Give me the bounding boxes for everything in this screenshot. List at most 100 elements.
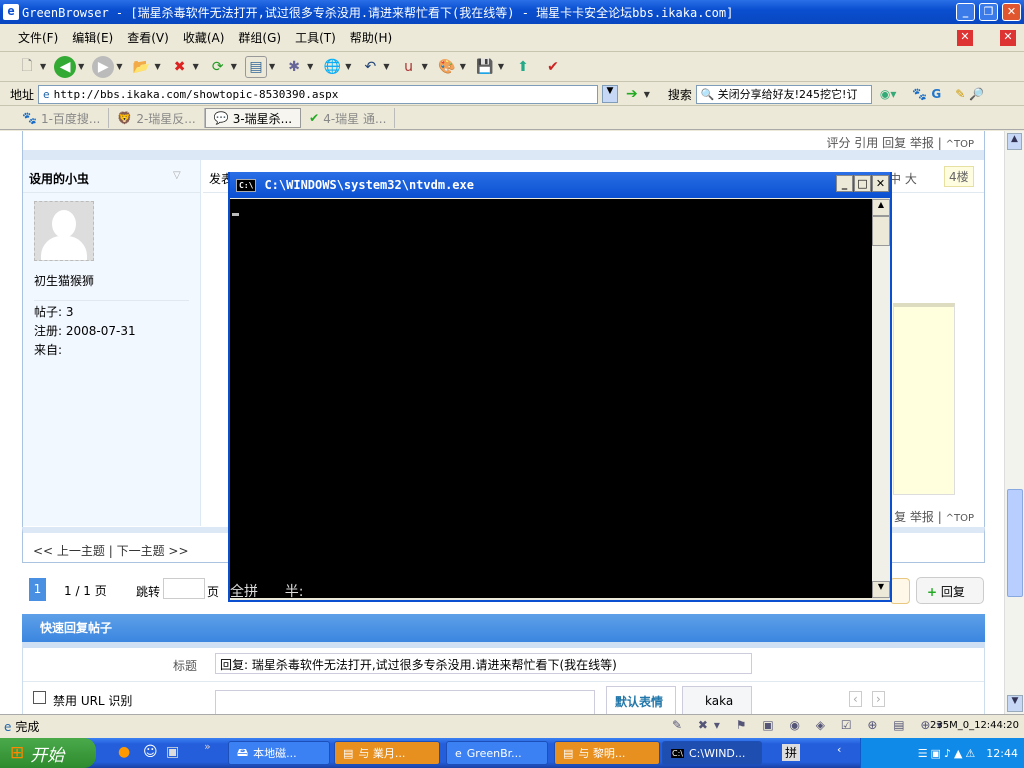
emoticon-tab-default[interactable]: 默认表情 — [606, 686, 676, 714]
tab-4[interactable]: ✔ 4-瑞星 通... — [301, 108, 396, 128]
top-link[interactable]: ^TOP — [946, 139, 974, 150]
console-scrollbar[interactable]: ▲ ▼ — [872, 199, 890, 598]
save-icon[interactable]: 💾 — [474, 56, 496, 78]
upload-icon[interactable]: ⬆ — [512, 56, 534, 78]
find-icon[interactable]: 🔎 — [969, 87, 984, 101]
url-input[interactable]: e http://bbs.ikaka.com/showtopic-8530390… — [38, 84, 599, 104]
font-size-links[interactable]: 中 大 — [889, 170, 917, 187]
highlight-icon[interactable]: ✎ — [955, 87, 965, 101]
toolbar: 🗋 ▼ ◀ ▼ ▶ ▼ 📂 ▼ ✖ ▼ ⟳ ▼ ▤ ▼ ✱ ▼ 🌐 ▼ ↶ ▼ u ▼ 🎨 ▼ 💾 ▼ ⬆… — [0, 52, 1024, 82]
utility-icon[interactable]: u — [398, 56, 420, 78]
ime-indicator[interactable]: 拼 — [782, 744, 801, 761]
tray-expand-icon[interactable]: ‹ — [837, 743, 841, 756]
baidu-icon[interactable]: 🐾 — [912, 87, 927, 101]
minimize-button[interactable]: _ — [956, 3, 975, 21]
title-input[interactable]: 回复: 瑞星杀毒软件无法打开,试过很多专杀没用.请进来帮忙看下(我在线等) — [215, 653, 752, 674]
task-console[interactable]: C:\ C:\WIND... — [662, 741, 762, 765]
drive-icon: 🖴 — [237, 745, 249, 759]
task-chat-2[interactable]: ▤ 与 黎明... — [554, 741, 660, 765]
browser-icon: e — [455, 746, 462, 760]
menu-edit[interactable]: 编辑(E) — [72, 29, 113, 46]
search-input[interactable]: 🔍 关闭分享给好友!245挖它!订 — [695, 84, 872, 104]
tab-2[interactable]: 🦁 2-瑞星反... — [109, 108, 205, 128]
page-icon: e — [43, 87, 50, 101]
refresh-icon[interactable]: ⟳ — [207, 56, 229, 78]
search-text: 关闭分享给好友!245挖它!订 — [717, 88, 858, 101]
search-engine-icon[interactable]: ◉▾ — [880, 87, 897, 101]
go-icon[interactable]: ➔ — [626, 86, 638, 102]
menu-favorites[interactable]: 收藏(A) — [183, 29, 225, 46]
close-all-icon[interactable]: ✕ — [1000, 30, 1016, 46]
console-title: C:\WINDOWS\system32\ntvdm.exe — [264, 178, 474, 192]
console-scroll-down-icon[interactable]: ▼ — [872, 581, 890, 598]
quicklaunch-more-icon[interactable]: » — [204, 740, 211, 753]
chat-icon: 💬 — [213, 111, 229, 125]
view-icon[interactable]: ▤ — [244, 55, 267, 78]
scroll-down-icon[interactable]: ▼ — [1007, 695, 1023, 712]
task-local-disk[interactable]: 🖴 本地磁... — [228, 741, 330, 765]
google-icon[interactable]: G — [931, 87, 941, 101]
magnifier-icon: 🔍 — [700, 87, 715, 101]
menu-file[interactable]: 文件(F) — [18, 29, 58, 46]
console-maximize-button[interactable]: □ — [854, 175, 871, 192]
status-tool-icons[interactable]: ✎ ✖▾ ⚑ ▣ ◉ ◈ ☑ ⊕ ▤ ⊕▾ — [672, 718, 949, 732]
task-chat-1[interactable]: ▤ 与 業月... — [334, 741, 440, 765]
menu-groups[interactable]: 群组(G) — [238, 29, 281, 46]
globe-icon[interactable]: 🌐 — [321, 56, 343, 78]
address-label: 地址 — [10, 87, 35, 102]
prev-next-topic[interactable]: << 上一主题 | 下一主题 >> — [33, 542, 189, 559]
taskbar: ⊞ 开始 ● ☺ ▣ » 🖴 本地磁... ▤ 与 業月... e GreenBr...… — [0, 738, 1024, 768]
next-emoticons-icon[interactable]: › — [872, 691, 885, 707]
username[interactable]: 设用的小虫 — [29, 170, 89, 187]
console-icon: C:\ — [236, 178, 257, 192]
menu-tools[interactable]: 工具(T) — [295, 29, 336, 46]
quicklaunch-qq-icon[interactable]: ☺ — [143, 744, 158, 760]
up-folder-icon[interactable]: 📂 — [130, 56, 152, 78]
menu-view[interactable]: 查看(V) — [127, 29, 169, 46]
plugin-icon[interactable]: ✱ — [283, 56, 305, 78]
new-topic-button[interactable] — [890, 578, 910, 604]
page-scrollbar[interactable]: ▲ ▼ — [1004, 131, 1024, 714]
menu-help[interactable]: 帮助(H) — [350, 29, 392, 46]
prev-emoticons-icon[interactable]: ‹ — [849, 691, 862, 707]
close-button[interactable]: ✕ — [1002, 3, 1021, 21]
scroll-thumb[interactable] — [1007, 489, 1023, 597]
stop-icon[interactable]: ✖ — [169, 56, 191, 78]
message-textarea[interactable] — [215, 690, 595, 714]
tray-icons[interactable]: ☰▣♪▲⚠ — [918, 747, 979, 760]
console-scroll-thumb[interactable] — [872, 216, 890, 246]
top-link[interactable]: ^TOP — [946, 513, 974, 524]
disable-url-checkbox[interactable] — [33, 691, 46, 704]
task-greenbrowser[interactable]: e GreenBr... — [446, 741, 548, 765]
console-output[interactable] — [230, 199, 872, 598]
undo-icon[interactable]: ↶ — [359, 56, 381, 78]
page-jump-input[interactable] — [163, 578, 205, 599]
emoticon-tab-kaka[interactable]: kaka — [682, 686, 752, 714]
console-scroll-up-icon[interactable]: ▲ — [872, 199, 890, 216]
new-page-icon[interactable]: 🗋 — [16, 56, 38, 78]
quicklaunch-app-icon[interactable]: ▣ — [166, 744, 179, 760]
status-text: 完成 — [15, 720, 40, 734]
console-minimize-button[interactable]: _ — [836, 175, 853, 192]
reply-button[interactable]: + 回复 — [916, 577, 984, 604]
clock: 12:44 — [986, 746, 1018, 760]
tab-1[interactable]: 🐾 1-百度搜... — [14, 108, 110, 128]
user-menu-icon[interactable]: ▽ — [173, 170, 181, 181]
console-close-button[interactable]: ✕ — [872, 175, 889, 192]
page-1-button[interactable]: 1 — [29, 578, 46, 601]
skin-icon[interactable]: 🎨 — [436, 56, 458, 78]
scroll-up-icon[interactable]: ▲ — [1007, 133, 1022, 150]
address-bar: 地址 e http://bbs.ikaka.com/showtopic-8530… — [0, 83, 1024, 106]
url-dropdown[interactable]: ▼ — [602, 85, 619, 103]
start-button[interactable]: ⊞ 开始 — [0, 738, 96, 768]
tab-3[interactable]: 💬 3-瑞星杀... — [204, 108, 302, 128]
quicklaunch-firefox-icon[interactable]: ● — [118, 744, 130, 760]
forward-icon[interactable]: ▶ — [92, 55, 115, 78]
back-icon[interactable]: ◀ — [54, 55, 77, 78]
close-tab-icon[interactable]: ✕ — [957, 30, 973, 46]
post-actions[interactable]: 复 举报 | — [894, 510, 942, 524]
restore-button[interactable]: ❐ — [979, 3, 998, 21]
lion-icon: 🦁 — [117, 111, 133, 125]
post-actions[interactable]: 评分 引用 回复 举报 | — [826, 136, 941, 150]
check-icon[interactable]: ✔ — [542, 56, 564, 78]
